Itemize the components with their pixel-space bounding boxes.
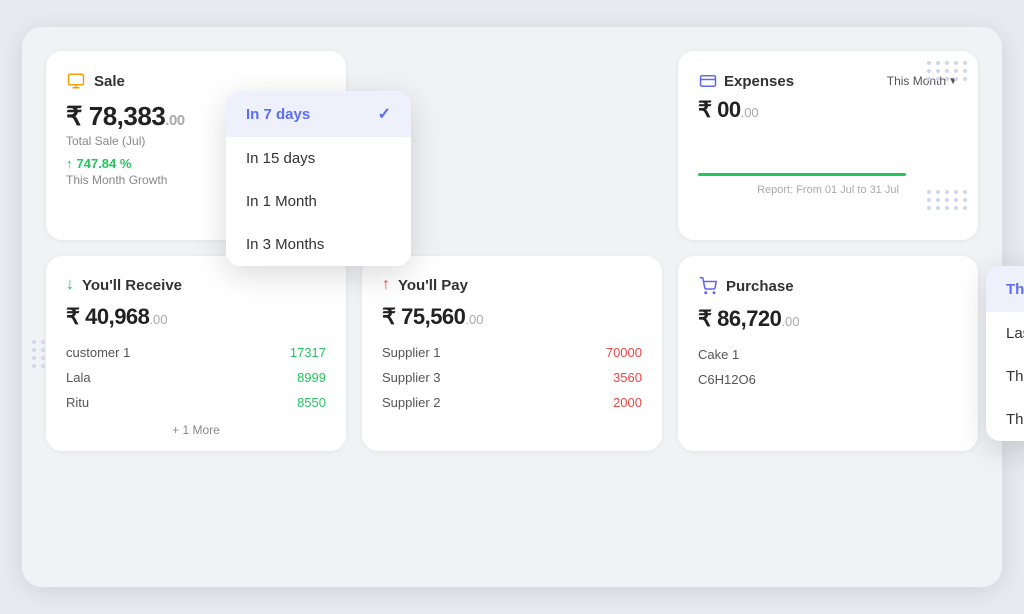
sale-growth: ↑ 747.84 % <box>66 156 226 171</box>
list-item: Cake 1 <box>698 342 958 367</box>
list-item: customer 1 17317 <box>66 340 326 365</box>
growth-arrow: ↑ <box>66 156 73 171</box>
sale-sub-label: Total Sale (Jul) <box>66 134 226 148</box>
expenses-card: Expenses This Month ▼ ₹ 00.00 Report: Fr… <box>678 51 978 240</box>
dot-pattern-expenses-tr <box>927 61 968 81</box>
main-container: Sale ₹ 78,383.00 Total Sale (Jul) ↑ 747.… <box>22 27 1002 587</box>
sale-card: Sale ₹ 78,383.00 Total Sale (Jul) ↑ 747.… <box>46 51 346 240</box>
sale-amount: ₹ 78,383.00 <box>66 101 226 132</box>
growth-label: This Month Growth <box>66 173 226 187</box>
sale-dropdown[interactable]: In 7 days ✓ In 15 days In 1 Month In 3 M… <box>226 91 411 266</box>
sale-left: ₹ 78,383.00 Total Sale (Jul) ↑ 747.84 % … <box>66 101 226 187</box>
pay-amount: ₹ 75,560.00 <box>382 304 642 330</box>
expenses-title: Expenses <box>724 73 794 90</box>
pay-card: ↑ You'll Pay ₹ 75,560.00 Supplier 1 7000… <box>362 256 662 451</box>
check-icon-7days: ✓ <box>378 104 391 124</box>
dropdown-item-1month[interactable]: In 1 Month <box>226 180 411 223</box>
purchase-title: Purchase <box>726 278 794 295</box>
dashboard-grid: Sale ₹ 78,383.00 Total Sale (Jul) ↑ 747.… <box>46 51 978 451</box>
expenses-line <box>698 173 906 176</box>
list-item: Lala 8999 <box>66 365 326 390</box>
dot-pattern-receive-left <box>32 340 46 368</box>
dropdown-item-lastmonth[interactable]: Last Month <box>986 312 1024 355</box>
expenses-amount: ₹ 00.00 <box>698 97 958 123</box>
pay-title: You'll Pay <box>398 277 468 294</box>
dropdown-item-thisquarter[interactable]: This Quarter <box>986 355 1024 398</box>
dropdown-item-15days[interactable]: In 15 days <box>226 137 411 180</box>
expenses-report: Report: From 01 Jul to 31 Jul <box>698 184 958 196</box>
receive-title: You'll Receive <box>82 277 182 294</box>
list-item: Supplier 2 2000 <box>382 390 642 415</box>
dropdown-item-thisyear[interactable]: This year <box>986 398 1024 441</box>
purchase-icon <box>698 276 718 296</box>
receive-card: ↓ You'll Receive ₹ 40,968.00 customer 1 … <box>46 256 346 451</box>
sale-title: Sale <box>94 73 125 90</box>
receive-list: customer 1 17317 Lala 8999 Ritu 8550 <box>66 340 326 415</box>
list-item: Ritu 8550 <box>66 390 326 415</box>
expenses-title-group: Expenses <box>698 71 794 91</box>
dot-pattern-expenses-br <box>927 190 968 210</box>
dropdown-item-thismonth[interactable]: This Month ✓ <box>986 266 1024 312</box>
list-item: Supplier 3 3560 <box>382 365 642 390</box>
purchase-header: Purchase <box>698 276 958 296</box>
list-item: C6H12O6 <box>698 367 958 392</box>
dropdown-item-3months[interactable]: In 3 Months <box>226 223 411 266</box>
receive-header: ↓ You'll Receive <box>66 276 326 294</box>
pay-header: ↑ You'll Pay <box>382 276 642 294</box>
list-item: Supplier 1 70000 <box>382 340 642 365</box>
purchase-card: Purchase ₹ 86,720.00 Cake 1 C6H12O6 This… <box>678 256 978 451</box>
sale-card-header: Sale <box>66 71 326 91</box>
pay-list: Supplier 1 70000 Supplier 3 3560 Supplie… <box>382 340 642 415</box>
receive-arrow-icon: ↓ <box>66 276 74 294</box>
receive-amount: ₹ 40,968.00 <box>66 304 326 330</box>
purchase-dropdown[interactable]: This Month ✓ Last Month This Quarter Thi… <box>986 266 1024 441</box>
purchase-list: Cake 1 C6H12O6 <box>698 342 958 392</box>
pay-arrow-icon: ↑ <box>382 276 390 294</box>
purchase-amount: ₹ 86,720.00 <box>698 306 958 332</box>
expenses-header: Expenses This Month ▼ <box>698 71 958 91</box>
dropdown-item-7days[interactable]: In 7 days ✓ <box>226 91 411 137</box>
expenses-icon <box>698 71 718 91</box>
more-link[interactable]: + 1 More <box>66 423 326 437</box>
sale-icon <box>66 71 86 91</box>
